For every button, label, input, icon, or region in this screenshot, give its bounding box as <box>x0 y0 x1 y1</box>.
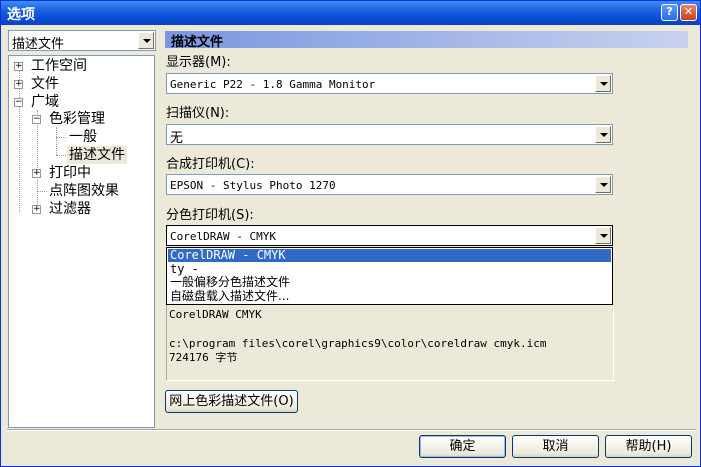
tree-item-label: 广域 <box>31 94 59 110</box>
expand-icon[interactable]: + <box>14 62 23 71</box>
tree-item-general[interactable]: 一般 <box>69 128 97 146</box>
scanner-select-value: 无 <box>170 131 184 146</box>
tree-item-bitmap-effects[interactable]: 点阵图效果 <box>49 182 119 200</box>
composite-printer-select[interactable]: EPSON - Stylus Photo 1270 <box>166 174 613 195</box>
collapse-icon[interactable]: − <box>14 98 23 107</box>
tree-item-label: 过滤器 <box>49 201 91 217</box>
chevron-down-icon[interactable] <box>595 126 611 143</box>
tree-item-profiles[interactable]: 描述文件 <box>67 146 127 164</box>
dropdown-option[interactable]: 自磁盘载入描述文件... <box>168 290 611 303</box>
chevron-down-icon[interactable] <box>595 75 611 92</box>
expand-icon[interactable]: + <box>32 205 41 214</box>
divider <box>7 429 696 431</box>
monitor-select[interactable]: Generic P22 - 1.8 Gamma Monitor <box>166 73 613 94</box>
tree-item-label: 文件 <box>31 76 59 92</box>
cancel-button[interactable]: 取消 <box>512 435 599 458</box>
separation-printer-select[interactable]: CorelDRAW - CMYK <box>166 225 613 246</box>
web-profiles-button[interactable]: 网上色彩描述文件(O) <box>165 390 298 413</box>
scanner-select[interactable]: 无 <box>166 124 613 146</box>
separation-printer-label: 分色打印机(S): <box>166 208 254 223</box>
profile-size: 724176 字节 <box>169 351 238 364</box>
composite-printer-label: 合成打印机(C): <box>166 157 255 172</box>
separation-printer-dropdown[interactable]: CorelDRAW - CMYK ty - 一般偏移分色描述文件 自磁盘载入描述… <box>166 247 613 305</box>
composite-printer-select-value: EPSON - Stylus Photo 1270 <box>170 179 336 192</box>
ok-button[interactable]: 确定 <box>419 435 506 458</box>
expand-icon[interactable]: + <box>32 169 41 178</box>
profile-name: CorelDRAW CMYK <box>169 308 262 321</box>
dropdown-option[interactable]: 一般偏移分色描述文件 <box>168 276 611 289</box>
expand-icon[interactable]: + <box>14 80 23 89</box>
monitor-select-value: Generic P22 - 1.8 Gamma Monitor <box>170 78 376 91</box>
window-title: 选项 <box>7 7 35 23</box>
tree-item-label: 打印中 <box>49 165 91 181</box>
section-header: 描述文件 <box>165 31 688 50</box>
chevron-down-icon[interactable] <box>138 32 154 49</box>
category-select-value: 描述文件 <box>12 37 65 52</box>
separation-printer-select-value: CorelDRAW - CMYK <box>170 230 276 243</box>
profile-info: CorelDRAW CMYK c:\program files\corel\gr… <box>166 305 614 381</box>
tree-item-label: 工作空间 <box>31 58 87 74</box>
chevron-down-icon[interactable] <box>595 227 611 244</box>
help-button[interactable]: 帮助(H) <box>605 435 692 458</box>
tree-item-label: 描述文件 <box>69 147 125 163</box>
category-select[interactable]: 描述文件 <box>8 30 156 52</box>
scanner-label: 扫描仪(N): <box>166 106 230 121</box>
tree-item-label: 色彩管理 <box>49 111 105 127</box>
options-dialog: 选项 ? ✕ 描述文件 + 工作空间 + 文件 − 广域 − 色彩管理 一般 描… <box>0 0 701 467</box>
dropdown-option[interactable]: CorelDRAW - CMYK <box>168 249 611 262</box>
help-icon[interactable]: ? <box>661 4 678 21</box>
options-tree[interactable]: + 工作空间 + 文件 − 广域 − 色彩管理 一般 描述文件 + 打印中 点阵… <box>8 55 155 428</box>
tree-item-label: 一般 <box>69 129 97 145</box>
section-title: 描述文件 <box>171 35 224 50</box>
chevron-down-icon[interactable] <box>595 176 611 193</box>
title-bar[interactable]: 选项 ? ✕ <box>1 1 700 25</box>
monitor-label: 显示器(M): <box>166 55 231 70</box>
tree-item-label: 点阵图效果 <box>49 183 119 199</box>
collapse-icon[interactable]: − <box>32 115 41 124</box>
close-icon[interactable]: ✕ <box>680 4 697 21</box>
